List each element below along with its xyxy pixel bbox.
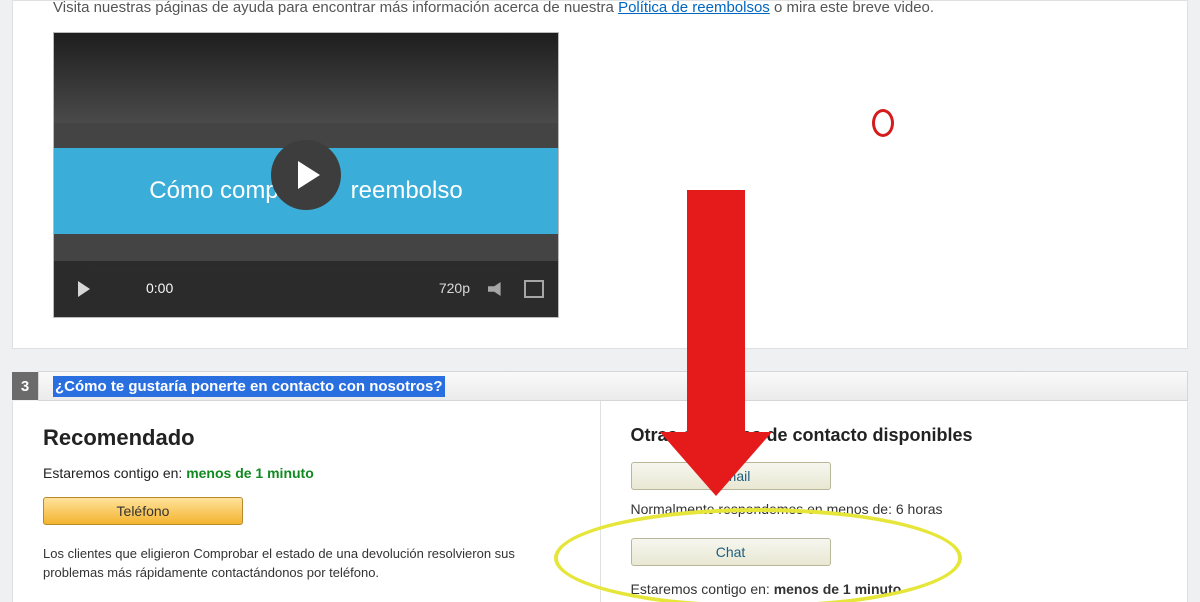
play-button[interactable] [271, 140, 341, 210]
fullscreen-icon[interactable] [524, 280, 544, 298]
other-options-column: Otras opciones de contacto disponibles E… [601, 401, 1188, 602]
play-icon [298, 161, 320, 189]
video-time: 0:00 [146, 279, 173, 299]
volume-icon[interactable] [488, 282, 506, 296]
chat-button[interactable]: Chat [631, 538, 831, 566]
phone-button[interactable]: Teléfono [43, 497, 243, 525]
video-controls: 0:00 720p [54, 261, 558, 317]
recommended-column: Recomendado Estaremos contigo en: menos … [13, 401, 601, 602]
email-response-text: Normalmente respondemos en menos de: 6 h… [631, 500, 1158, 520]
recommended-note: Los clientes que eligieron Comprobar el … [43, 545, 553, 581]
chat-wait-text: Estaremos contigo en: menos de 1 minuto [631, 580, 1158, 600]
step-number: 3 [12, 372, 38, 400]
step3-title: ¿Cómo te gustaría ponerte en contacto co… [53, 376, 445, 397]
other-options-heading: Otras opciones de contacto disponibles [631, 423, 1158, 448]
refund-policy-link[interactable]: Política de reembolsos [618, 0, 770, 16]
video-thumb-top [54, 33, 558, 123]
help-text: Visita nuestras páginas de ayuda para en… [53, 0, 1147, 18]
phone-wait-text: Estaremos contigo en: menos de 1 minuto [43, 464, 570, 484]
step3-header: 3 ¿Cómo te gustaría ponerte en contacto … [12, 371, 1188, 401]
video-quality[interactable]: 720p [439, 279, 470, 299]
play-small-icon[interactable] [78, 281, 90, 297]
email-button[interactable]: E-mail [631, 462, 831, 490]
recommended-heading: Recomendado [43, 423, 570, 454]
video-player[interactable]: Cómo comp reembolso 0:00 720p [53, 32, 559, 318]
